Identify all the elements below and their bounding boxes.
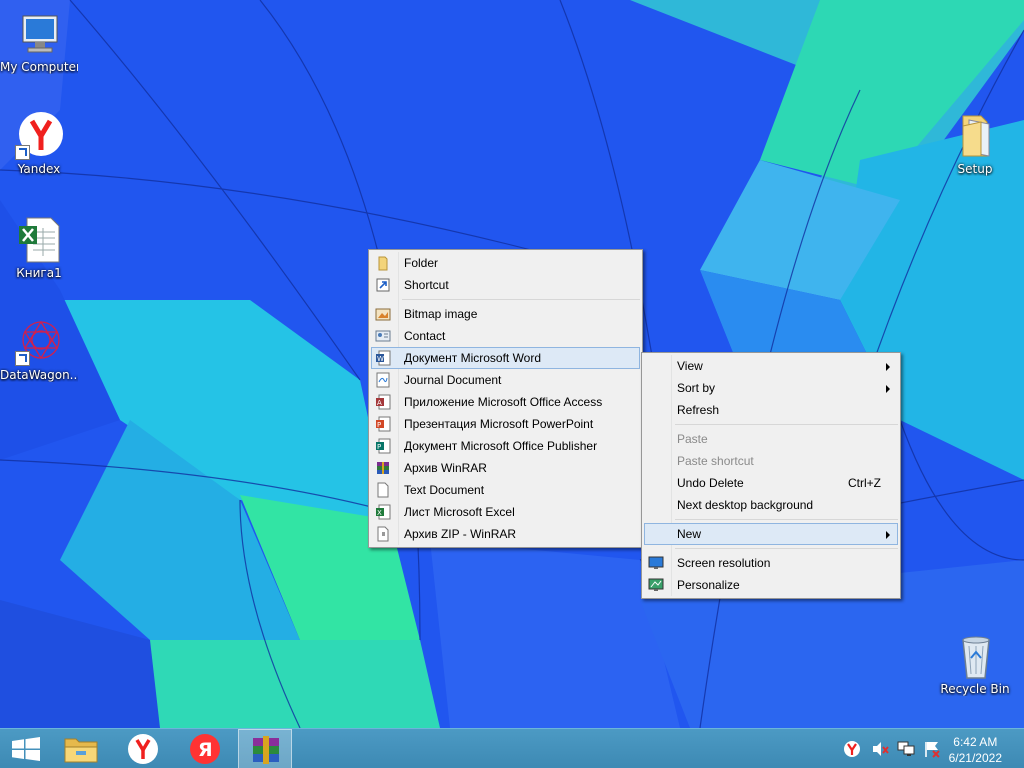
shortcut-icon bbox=[376, 278, 390, 292]
word-document-icon: W bbox=[376, 350, 391, 366]
datawagon-icon bbox=[15, 318, 63, 366]
new-submenu: Folder Shortcut Bitmap image Contact W Д… bbox=[368, 249, 643, 548]
winrar-icon bbox=[253, 736, 279, 764]
desktop-icon-my-computer[interactable]: My Computer bbox=[0, 10, 78, 74]
bitmap-icon bbox=[375, 308, 391, 321]
start-icon bbox=[12, 737, 40, 761]
taskbar-clock[interactable]: 6:42 AM 6/21/2022 bbox=[949, 734, 1002, 766]
menu-separator bbox=[675, 424, 898, 425]
menu-item-new-powerpoint[interactable]: P Презентация Microsoft PowerPoint bbox=[371, 413, 640, 435]
zip-icon bbox=[377, 526, 389, 542]
menu-item-next-desktop-background[interactable]: Next desktop background bbox=[644, 494, 898, 516]
menu-separator bbox=[675, 548, 898, 549]
powerpoint-icon: P bbox=[376, 416, 391, 432]
journal-icon bbox=[376, 372, 390, 388]
menu-item-new-winrar-archive[interactable]: Архив WinRAR bbox=[371, 457, 640, 479]
svg-text:X: X bbox=[377, 509, 382, 517]
menu-separator bbox=[675, 519, 898, 520]
volume-muted-icon[interactable] bbox=[870, 739, 890, 759]
menu-item-new-journal-document[interactable]: Journal Document bbox=[371, 369, 640, 391]
contact-icon bbox=[375, 330, 391, 342]
svg-text:P: P bbox=[377, 443, 381, 451]
desktop-context-menu: View Sort by Refresh Paste Paste shortcu… bbox=[641, 352, 901, 599]
text-document-icon bbox=[377, 482, 389, 498]
submenu-arrow-icon bbox=[886, 385, 890, 393]
winrar-icon bbox=[377, 462, 389, 474]
svg-text:Я: Я bbox=[198, 739, 213, 761]
menu-item-new-word-document[interactable]: W Документ Microsoft Word bbox=[371, 347, 640, 369]
monitor-icon bbox=[648, 556, 664, 569]
desktop-icon-recycle-bin[interactable]: Recycle Bin bbox=[936, 632, 1014, 696]
menu-item-new[interactable]: New bbox=[644, 523, 898, 545]
desktop-icon-label: Книга1 bbox=[16, 266, 62, 280]
desktop-icon-setup[interactable]: Setup bbox=[936, 112, 1014, 176]
shortcut-key-label: Ctrl+Z bbox=[848, 476, 881, 490]
yandex-tray-icon[interactable] bbox=[842, 739, 862, 759]
excel-workbook-icon bbox=[15, 216, 63, 264]
menu-item-paste: Paste bbox=[677, 432, 708, 446]
desktop-icon-excel-workbook[interactable]: Книга1 bbox=[0, 216, 78, 280]
menu-item-new-excel-sheet[interactable]: X Лист Microsoft Excel bbox=[371, 501, 640, 523]
taskbar: Я 6:42 AM 6/21/2022 bbox=[0, 728, 1024, 768]
taskbar-winrar[interactable] bbox=[238, 729, 292, 768]
clock-date: 6/21/2022 bbox=[948, 751, 1002, 765]
personalize-icon bbox=[648, 578, 664, 591]
menu-item-view[interactable]: View bbox=[644, 355, 898, 377]
shortcut-arrow-icon bbox=[15, 145, 30, 160]
desktop-icon-label: Yandex bbox=[17, 162, 61, 176]
excel-icon: X bbox=[376, 504, 391, 520]
taskbar-yandex-browser[interactable] bbox=[116, 729, 170, 768]
system-tray bbox=[838, 729, 948, 768]
menu-item-new-contact[interactable]: Contact bbox=[371, 325, 640, 347]
svg-text:A: A bbox=[377, 399, 382, 407]
submenu-arrow-icon bbox=[886, 531, 890, 539]
desktop-icon-label: Setup bbox=[957, 162, 993, 176]
action-center-icon[interactable] bbox=[922, 739, 942, 759]
folder-icon bbox=[951, 112, 999, 160]
menu-item-new-shortcut[interactable]: Shortcut bbox=[371, 274, 640, 296]
taskbar-file-explorer[interactable] bbox=[54, 729, 108, 768]
yandex-icon: Я bbox=[190, 734, 220, 764]
menu-item-personalize[interactable]: Personalize bbox=[644, 574, 898, 596]
publisher-icon: P bbox=[376, 438, 391, 454]
desktop-icon-yandex[interactable]: Yandex bbox=[0, 112, 78, 176]
svg-text:P: P bbox=[377, 421, 381, 429]
menu-item-new-text-document[interactable]: Text Document bbox=[371, 479, 640, 501]
shortcut-arrow-icon bbox=[15, 351, 30, 366]
menu-separator bbox=[402, 299, 640, 300]
taskbar-yandex[interactable]: Я bbox=[178, 729, 232, 768]
yandex-browser-icon bbox=[15, 112, 63, 160]
desktop-icon-datawagon[interactable]: DataWagon... bbox=[0, 318, 78, 382]
menu-item-screen-resolution[interactable]: Screen resolution bbox=[644, 552, 898, 574]
menu-item-paste-shortcut: Paste shortcut bbox=[677, 454, 754, 468]
menu-item-sort-by[interactable]: Sort by bbox=[644, 377, 898, 399]
access-icon: A bbox=[376, 394, 391, 410]
menu-item-new-folder[interactable]: Folder bbox=[371, 252, 640, 274]
desktop-icon-label: Recycle Bin bbox=[940, 682, 1010, 696]
menu-item-new-bitmap[interactable]: Bitmap image bbox=[371, 303, 640, 325]
recycle-bin-icon bbox=[951, 632, 999, 680]
clock-time: 6:42 AM bbox=[953, 735, 998, 749]
network-icon[interactable] bbox=[896, 739, 916, 759]
submenu-arrow-icon bbox=[886, 363, 890, 371]
desktop-icon-label: DataWagon... bbox=[0, 368, 78, 382]
computer-icon bbox=[15, 10, 63, 58]
menu-item-refresh[interactable]: Refresh bbox=[644, 399, 898, 421]
svg-text:W: W bbox=[377, 355, 384, 363]
folder-icon bbox=[378, 256, 388, 271]
menu-item-new-zip-archive[interactable]: Архив ZIP - WinRAR bbox=[371, 523, 640, 545]
yandex-browser-icon bbox=[128, 734, 158, 764]
menu-item-new-access-database[interactable]: A Приложение Microsoft Office Access bbox=[371, 391, 640, 413]
menu-item-new-publisher[interactable]: P Документ Microsoft Office Publisher bbox=[371, 435, 640, 457]
desktop-icon-label: My Computer bbox=[0, 60, 78, 74]
start-button[interactable] bbox=[0, 729, 54, 768]
file-explorer-icon bbox=[64, 738, 98, 763]
menu-item-undo-delete[interactable]: Undo Delete Ctrl+Z bbox=[644, 472, 898, 494]
